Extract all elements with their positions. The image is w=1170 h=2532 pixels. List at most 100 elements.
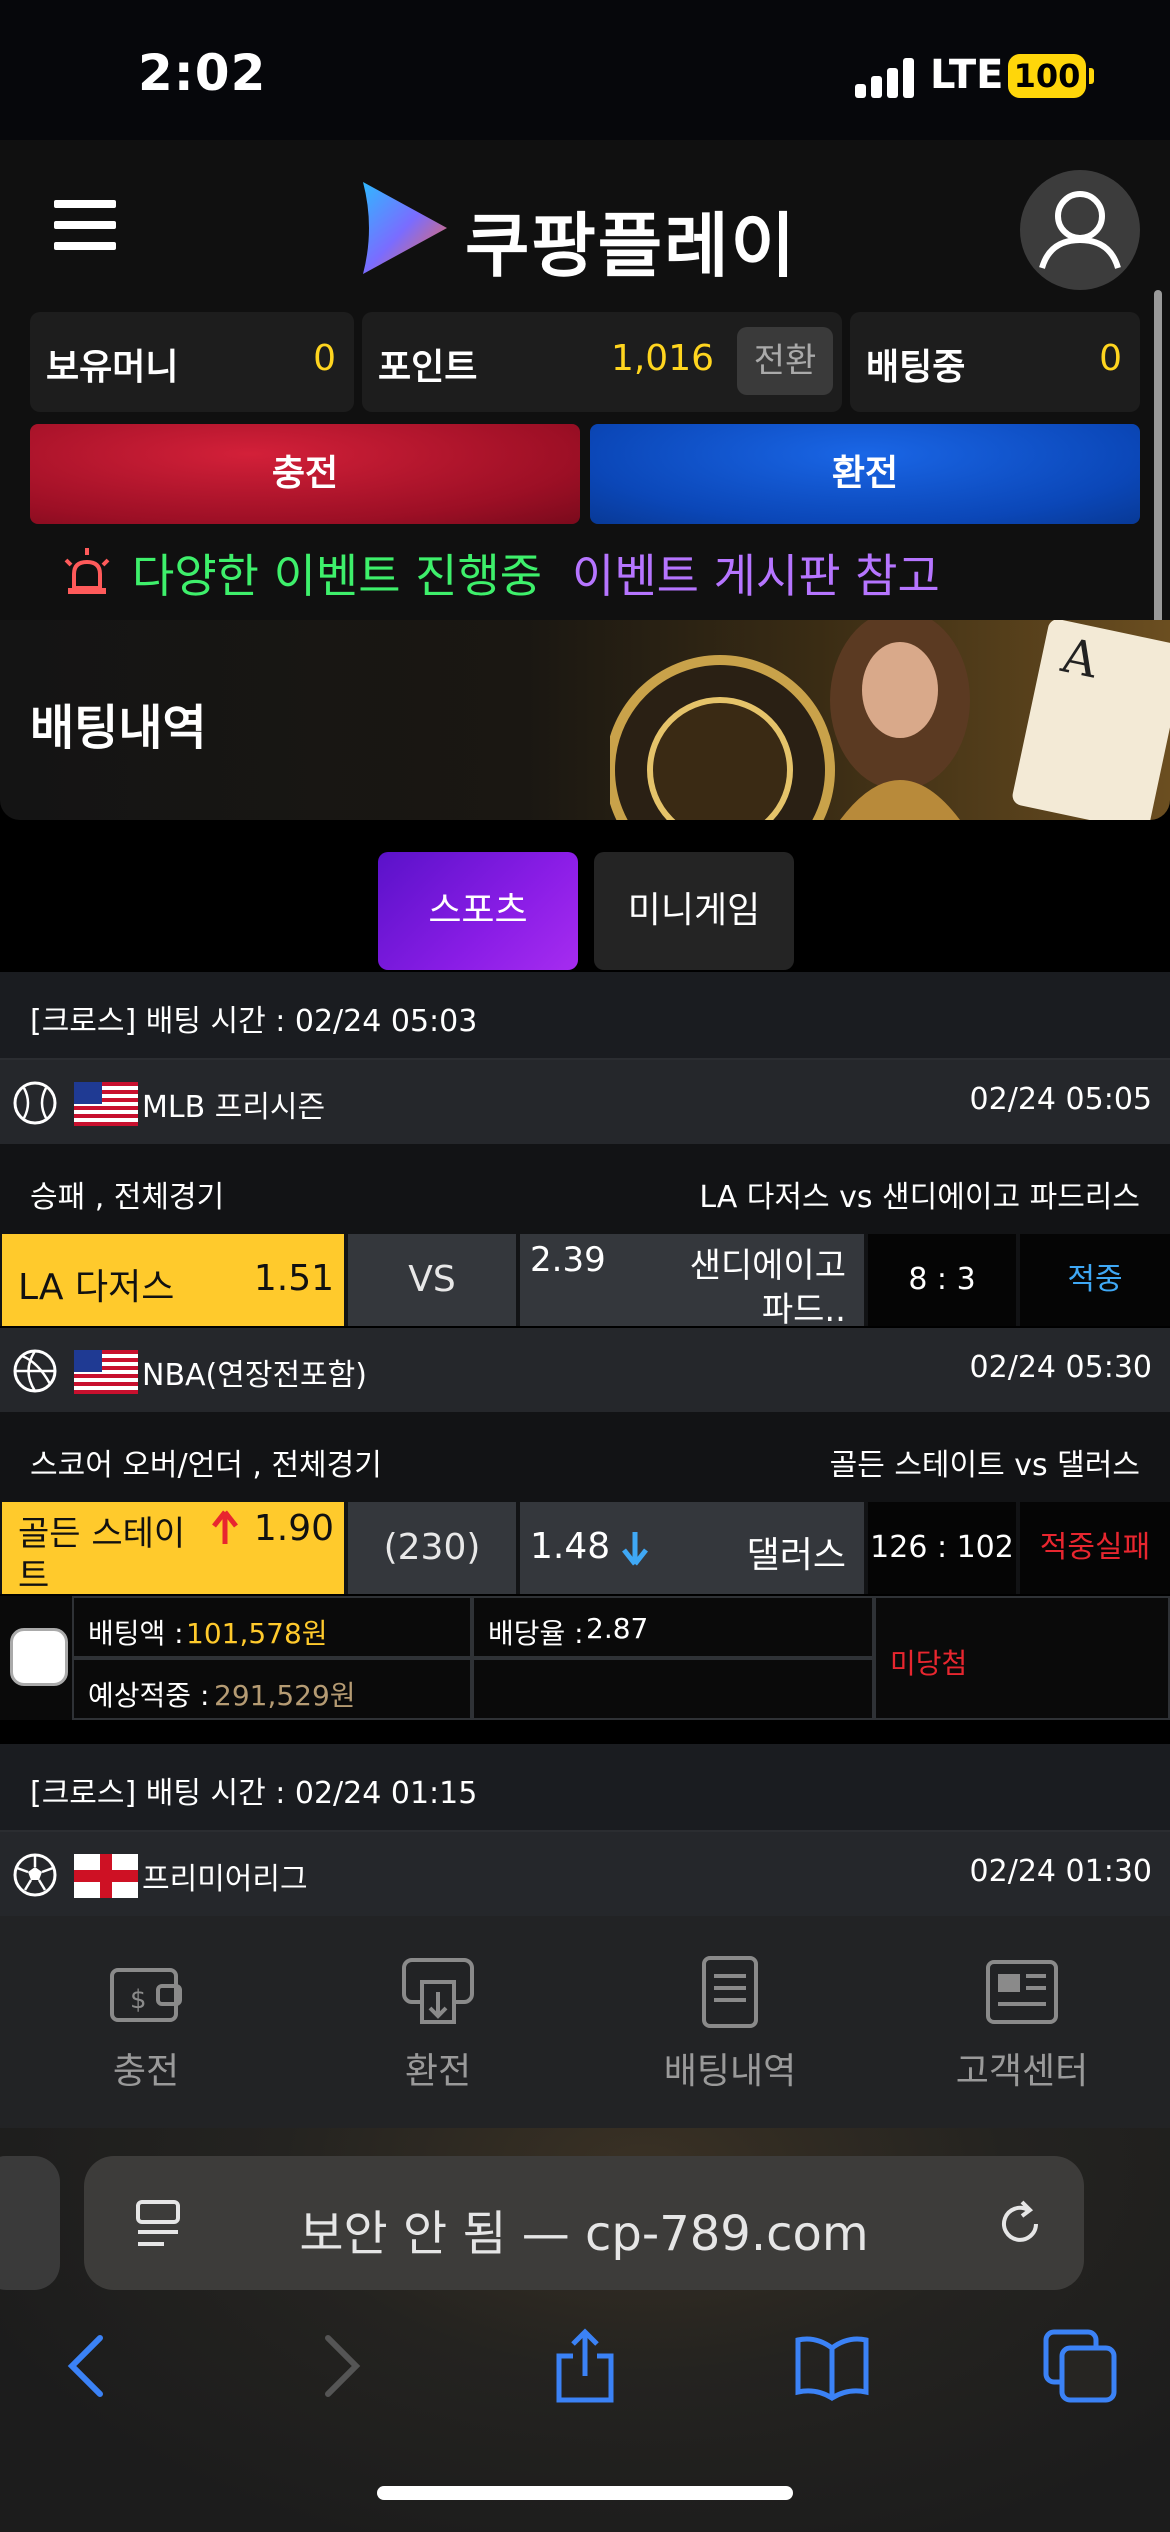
home-odds-cell[interactable]: LA 다저스 1.51 [2, 1234, 344, 1326]
signal-icon [855, 58, 915, 98]
charge-button[interactable]: 충전 [30, 424, 580, 524]
result-miss: 적중실패 [1020, 1502, 1170, 1594]
betting-value: 0 [1099, 338, 1122, 379]
svg-text:$: $ [130, 1985, 147, 2015]
expected-label: 예상적중 : [88, 1679, 210, 1712]
nav-bet-history[interactable]: 배팅내역 [584, 1916, 876, 2128]
away-team-line2: 파드.. [761, 1290, 846, 1330]
share-icon[interactable] [545, 2326, 625, 2406]
battery-tip [1089, 68, 1094, 84]
reload-icon[interactable] [992, 2196, 1048, 2252]
us-flag-icon [74, 1350, 138, 1394]
point-balance: 포인트 1,016 전환 [362, 312, 842, 412]
away-odds-cell[interactable]: 2.39 샌디에이고 파드.. [520, 1234, 864, 1330]
score-cell: 8 : 3 [868, 1234, 1016, 1326]
arrow-down-icon [622, 1532, 648, 1566]
betting-label: 배팅중 [866, 347, 966, 388]
page-title: 배팅내역 [30, 700, 207, 756]
away-team-line1: 샌디에이고 [689, 1246, 846, 1286]
battery-icon: 100 [1008, 54, 1086, 98]
bet-amount: 101,578원 [186, 1617, 328, 1650]
exchange-button[interactable]: 환전 [590, 424, 1140, 524]
game-time: 02/24 05:30 [969, 1350, 1152, 1385]
under-odds: 1.48 [530, 1526, 611, 1567]
page-banner: 배팅내역 A [0, 620, 1170, 820]
market-type: 스코어 오버/언더 , 전체경기 [30, 1448, 382, 1483]
network-type: LTE [930, 52, 1004, 98]
atm-withdraw-icon [402, 1958, 474, 2024]
under-odds-cell[interactable]: 1.48 댈러스 [520, 1502, 864, 1594]
us-flag-icon [74, 1082, 138, 1126]
point-label: 포인트 [378, 347, 478, 388]
bet-status: 미당첨 [890, 1647, 968, 1680]
bet-rate: 2.87 [586, 1612, 649, 1645]
profile-button[interactable] [1020, 170, 1140, 290]
address-bar[interactable]: 보안 안 됨 — cp-789.com [84, 2156, 1084, 2290]
back-icon[interactable] [48, 2326, 128, 2406]
over-odds-cell[interactable]: 골든 스테이 트 1.90 [2, 1502, 344, 1596]
notice-text-green: 다양한 이벤트 진행중 [132, 549, 543, 603]
league-row: 프리미어리그 02/24 01:30 [0, 1832, 1170, 1916]
amount-box: 배팅액 : 101,578원 [72, 1596, 472, 1658]
league-name: 프리미어리그 [142, 1862, 308, 1897]
result-hit: 적중 [1020, 1234, 1170, 1326]
empty-box [472, 1658, 874, 1720]
bet-time: [크로스] 배팅 시간 : 02/24 01:15 [30, 1776, 478, 1811]
game-time: 02/24 01:30 [969, 1854, 1152, 1889]
total-line-cell: (230) [348, 1502, 516, 1594]
tab-minigame[interactable]: 미니게임 [594, 852, 794, 970]
point-value: 1,016 [610, 338, 714, 379]
forward-icon[interactable] [300, 2326, 380, 2406]
money-label: 보유머니 [46, 347, 179, 388]
status-bar: 2:02 LTE 100 [0, 0, 1170, 140]
bet-slip-summary: 배팅액 : 101,578원 배당율 : 2.87 예상적중 : 291,529… [0, 1596, 1170, 1720]
money-value: 0 [313, 338, 336, 379]
bookmarks-icon[interactable] [792, 2326, 872, 2406]
bet-header: [크로스] 배팅 시간 : 02/24 05:03 [0, 972, 1170, 1060]
nav-label: 환전 [404, 2051, 472, 2092]
betting-balance: 배팅중 0 [850, 312, 1140, 412]
england-flag-icon [74, 1854, 138, 1898]
league-name: MLB 프리시즌 [142, 1090, 326, 1125]
nav-label: 배팅내역 [663, 2051, 797, 2092]
play-logo-icon [363, 182, 447, 274]
expected-box: 예상적중 : 291,529원 [72, 1658, 472, 1720]
nav-charge[interactable]: $ 충전 [0, 1916, 292, 2128]
nav-customer-center[interactable]: 고객센터 [876, 1916, 1168, 2128]
url-text: 보안 안 됨 — cp-789.com [299, 2206, 869, 2262]
soccer-ball-icon [13, 1853, 57, 1897]
league-name: NBA(연장전포함) [142, 1358, 367, 1393]
league-row: MLB 프리시즌 02/24 05:05 [0, 1060, 1170, 1144]
home-team: LA 다저스 [18, 1267, 175, 1308]
convert-button[interactable]: 전환 [737, 327, 833, 395]
vs-cell: VS [348, 1234, 516, 1326]
nav-label: 고객센터 [955, 2051, 1089, 2092]
baseball-icon [13, 1081, 57, 1125]
logo-text: 쿠팡플레이 [465, 205, 797, 287]
bottom-nav: $ 충전 환전 배팅내역 고객센터 [0, 1916, 1170, 2128]
nav-label: 충전 [112, 2051, 180, 2092]
select-checkbox[interactable] [10, 1628, 68, 1686]
tabs-icon[interactable] [1040, 2326, 1120, 2406]
menu-icon[interactable] [54, 200, 116, 250]
odds-row: LA 다저스 1.51 VS 2.39 샌디에이고 파드.. 8 : 3 적중 [0, 1234, 1170, 1330]
score-cell: 126 : 102 [868, 1502, 1016, 1594]
previous-tab-preview[interactable] [0, 2156, 60, 2290]
app-header: 쿠팡플레이 보유머니 0 포인트 1,016 전환 배팅중 0 충전 환전 다양… [0, 140, 1170, 755]
status-time: 2:02 [138, 44, 267, 102]
banner-casino-illustration: A [610, 620, 1170, 820]
rate-box: 배당율 : 2.87 [472, 1596, 874, 1658]
nav-exchange[interactable]: 환전 [292, 1916, 584, 2128]
tab-sports[interactable]: 스포츠 [378, 852, 578, 970]
money-balance: 보유머니 0 [30, 312, 354, 412]
home-indicator [377, 2486, 793, 2500]
document-icon [702, 1956, 758, 2028]
user-icon [1039, 191, 1121, 269]
logo[interactable]: 쿠팡플레이 [355, 178, 835, 287]
odds-row: 골든 스테이 트 1.90 (230) 1.48 댈러스 126 : 102 적… [0, 1502, 1170, 1596]
market-row: 스코어 오버/언더 , 전체경기 골든 스테이트 vs 댈러스 [0, 1412, 1170, 1502]
home-team-line2: 트 [18, 1556, 50, 1596]
over-odds: 1.90 [253, 1508, 334, 1549]
league-row: NBA(연장전포함) 02/24 05:30 [0, 1328, 1170, 1412]
matchup: LA 다저스 vs 샌디에이고 파드리스 [699, 1180, 1140, 1215]
